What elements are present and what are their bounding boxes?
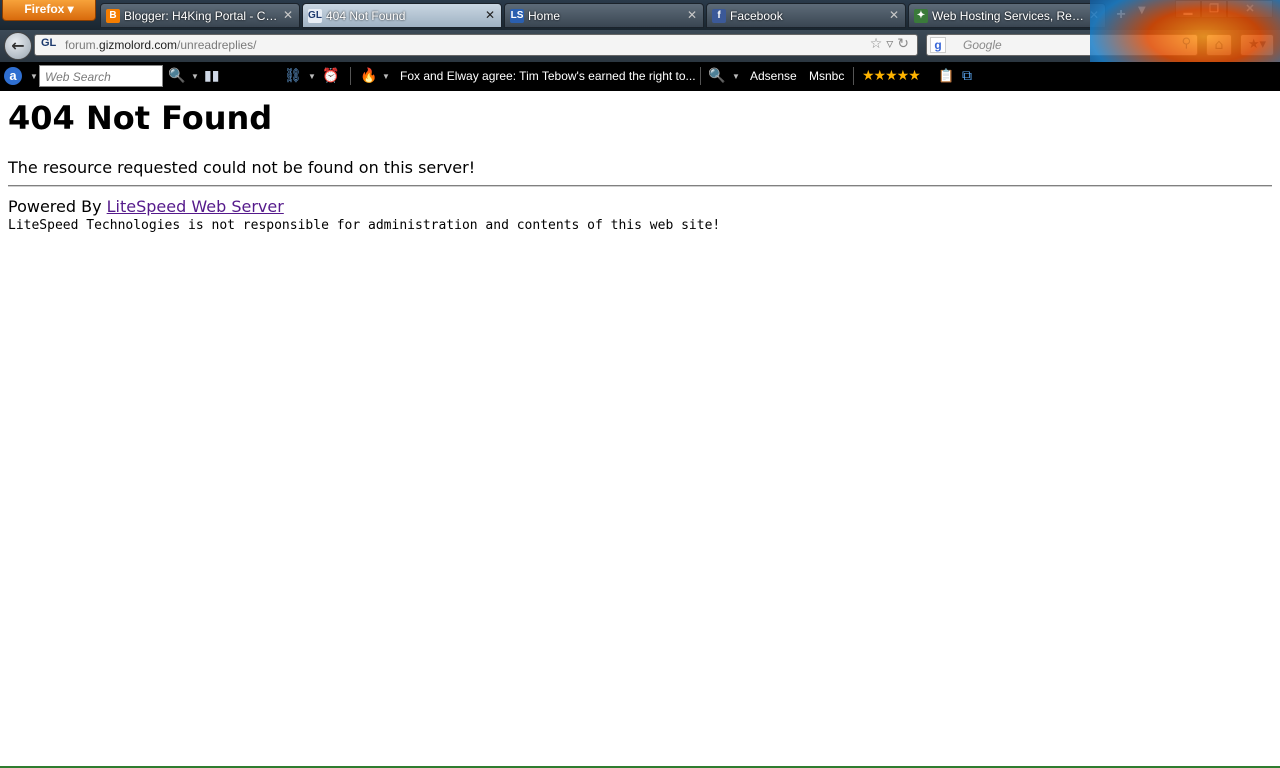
search-placeholder: Google xyxy=(963,38,1002,52)
close-tab-icon[interactable]: ✕ xyxy=(485,8,495,22)
alarm-clock-icon[interactable]: ⏰ xyxy=(322,67,339,84)
site-identity-icon[interactable]: GL xyxy=(41,37,56,49)
close-tab-icon[interactable]: ✕ xyxy=(889,8,899,22)
stats-icon[interactable]: ▮▮ xyxy=(204,67,219,84)
gizmolord-icon: GL xyxy=(308,9,322,23)
page-title: 404 Not Found xyxy=(8,99,273,137)
search-icon[interactable]: 🔍 xyxy=(168,67,185,84)
blogger-icon: B xyxy=(106,9,120,23)
rating-stars-icon[interactable]: ★★★★★ xyxy=(862,67,921,84)
addon-toolbar: a ▼ Web Search 🔍 ▼ ▮▮ ⛓ ▼ ⏰ 🔥 ▼ Fox and … xyxy=(0,62,1280,91)
divider xyxy=(853,67,854,85)
litespeed-link[interactable]: LiteSpeed Web Server xyxy=(107,197,284,216)
hosting-icon: ✦ xyxy=(914,9,928,23)
tab-title: Blogger: H4King Portal - Cre... xyxy=(124,9,279,23)
tab-strip: Firefox ▾ B Blogger: H4King Portal - Cre… xyxy=(0,0,1280,30)
magnifier-icon[interactable]: 🔍 xyxy=(708,67,725,84)
disclaimer-text: LiteSpeed Technologies is not responsibl… xyxy=(8,217,721,233)
bookmark-star-icon[interactable]: ☆▿↻ xyxy=(870,36,913,52)
powered-by-label: Powered By xyxy=(8,196,107,216)
chevron-down-icon[interactable]: ▼ xyxy=(308,72,316,81)
chevron-down-icon[interactable]: ▼ xyxy=(732,72,740,81)
fire-icon[interactable]: 🔥 xyxy=(360,67,377,84)
ask-logo-icon[interactable]: a xyxy=(4,67,22,85)
chevron-down-icon[interactable]: ▼ xyxy=(30,72,38,81)
chevron-down-icon[interactable]: ▼ xyxy=(382,72,390,81)
error-message: The resource requested could not be foun… xyxy=(8,157,476,177)
tab-title: 404 Not Found xyxy=(326,9,406,23)
web-search-input[interactable]: Web Search xyxy=(39,65,163,87)
tab-404-not-found[interactable]: GL 404 Not Found ✕ xyxy=(302,3,502,28)
tab-title: Web Hosting Services, Resel... xyxy=(932,9,1085,23)
url-text: forum.gizmolord.com/unreadreplies/ xyxy=(65,38,257,52)
link-icon[interactable]: ⛓ xyxy=(284,67,302,84)
tab-blogger[interactable]: B Blogger: H4King Portal - Cre... ✕ xyxy=(100,3,300,28)
link-msnbc[interactable]: Msnbc xyxy=(809,69,844,83)
web-search-placeholder: Web Search xyxy=(45,70,111,84)
divider xyxy=(8,184,1272,187)
tab-facebook[interactable]: f Facebook ✕ xyxy=(706,3,906,28)
tab-home[interactable]: LS Home ✕ xyxy=(504,3,704,28)
link-adsense[interactable]: Adsense xyxy=(750,69,797,83)
chevron-down-icon[interactable]: ▼ xyxy=(191,72,199,81)
tab-title: Facebook xyxy=(730,9,783,23)
powered-by-line: Powered By LiteSpeed Web Server xyxy=(8,197,1272,216)
navigation-bar: ← GL forum.gizmolord.com/unreadreplies/ … xyxy=(0,30,1280,62)
firefox-menu-button[interactable]: Firefox ▾ xyxy=(2,0,96,21)
notepad-icon[interactable]: 📋 xyxy=(938,69,954,84)
news-headline-link[interactable]: Fox and Elway agree: Tim Tebow's earned … xyxy=(400,69,696,83)
address-bar[interactable]: GL forum.gizmolord.com/unreadreplies/ ☆▿… xyxy=(34,34,918,56)
page-content: 404 Not Found The resource requested cou… xyxy=(8,91,1272,233)
facebook-icon: f xyxy=(712,9,726,23)
divider xyxy=(350,67,351,85)
google-engine-icon[interactable]: g xyxy=(930,37,946,53)
tab-web-hosting[interactable]: ✦ Web Hosting Services, Resel... ✕ xyxy=(908,3,1106,28)
ls-icon: LS xyxy=(510,9,524,23)
back-button[interactable]: ← xyxy=(4,32,32,60)
close-tab-icon[interactable]: ✕ xyxy=(687,8,697,22)
close-tab-icon[interactable]: ✕ xyxy=(283,8,293,22)
share-icon[interactable]: ⧉ xyxy=(962,67,972,84)
tab-title: Home xyxy=(528,9,561,23)
divider xyxy=(700,67,701,85)
